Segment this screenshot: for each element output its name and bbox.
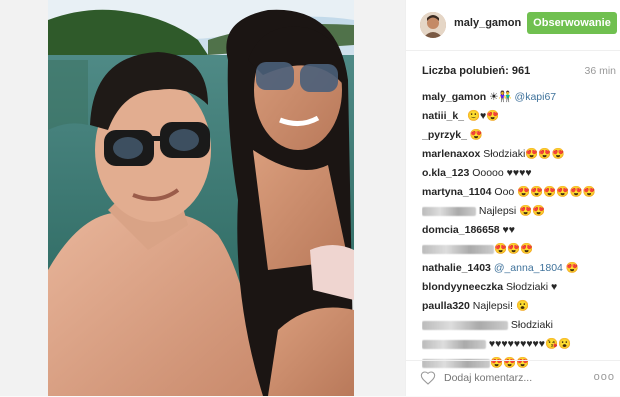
comment-text: Słodziaki (508, 319, 553, 331)
post-sidebar: maly_gamon Obserwowanie Liczba polubień:… (405, 0, 620, 396)
heart-icon[interactable] (420, 370, 436, 386)
comment-footer: ooo (406, 360, 620, 397)
selfie-photo (48, 0, 354, 396)
follow-button[interactable]: Obserwowanie (527, 12, 617, 34)
comment-text-tail: 😍 (562, 262, 579, 274)
post-author-username[interactable]: maly_gamon (454, 17, 521, 29)
comment-username[interactable]: natiii_k_ (422, 110, 464, 122)
comment-text: ♥♥ (499, 224, 516, 236)
post-header: maly_gamon Obserwowanie (406, 0, 620, 51)
comment-text: Słodziaki ♥ (503, 281, 558, 293)
post-timestamp[interactable]: 36 min (584, 65, 616, 77)
add-comment-input[interactable] (444, 372, 544, 384)
comment-username[interactable]: domcia_186658 (422, 224, 500, 236)
comment-text: 😍 (466, 129, 483, 141)
avatar[interactable] (420, 12, 446, 38)
comment-text: Słodziaki😍😍😍 (480, 148, 565, 160)
comment-text: Najlepsi 😍😍 (476, 205, 546, 217)
comment-mention[interactable]: @kapi67 (515, 91, 557, 103)
comment-text: 😍😍😍 (494, 243, 534, 255)
blurred-username[interactable] (422, 206, 476, 216)
comment-username[interactable]: maly_gamon (422, 91, 486, 103)
comment-text: Ooo 😍😍😍😍😍😍 (491, 186, 596, 198)
comment: martyna_1104 Ooo 😍😍😍😍😍😍 (422, 183, 618, 202)
comment: Najlepsi 😍😍 (422, 202, 618, 221)
comment: natiii_k_ 🙂♥😍 (422, 107, 618, 126)
comment: paulla320 Najlepsi! 😮 (422, 297, 618, 316)
comment: 😍😍😍 (422, 240, 618, 259)
comment: ♥♥♥♥♥♥♥♥♥😘😮 (422, 335, 618, 354)
comment-text: 🙂♥😍 (464, 110, 500, 122)
photo-column (0, 0, 405, 396)
comment: marlenaxox Słodziaki😍😍😍 (422, 145, 618, 164)
likes-count[interactable]: Liczba polubień: 961 (422, 65, 530, 77)
post-stats: Liczba polubień: 961 36 min (422, 65, 616, 79)
comment-text: Ooooo ♥♥♥♥ (469, 167, 532, 179)
comment: Słodziaki (422, 316, 618, 335)
avatar-image (420, 12, 446, 38)
comment-text: Najlepsi! 😮 (469, 300, 530, 312)
blurred-username[interactable] (422, 244, 494, 254)
comment: _pyrzyk_ 😍 (422, 126, 618, 145)
comment-username[interactable]: nathalie_1403 (422, 262, 491, 274)
comment-mention[interactable]: @_anna_1804 (494, 262, 563, 274)
comment: domcia_186658 ♥♥ (422, 221, 618, 240)
comment-text: ♥♥♥♥♥♥♥♥♥😘😮 (486, 338, 572, 350)
comment-username[interactable]: martyna_1104 (422, 186, 491, 198)
comment-username[interactable]: paulla320 (422, 300, 470, 312)
comment: nathalie_1403 @_anna_1804 😍 (422, 259, 618, 278)
comment-username[interactable]: blondyyneeczka (422, 281, 503, 293)
comment-username[interactable]: o.kla_123 (422, 167, 469, 179)
post-photo[interactable] (48, 0, 354, 396)
comment-text: ☀👫 (486, 91, 515, 103)
comment: maly_gamon ☀👫 @kapi67 (422, 88, 618, 107)
comment-username[interactable]: _pyrzyk_ (422, 129, 467, 141)
comment-username[interactable]: marlenaxox (422, 148, 480, 160)
comment-list: maly_gamon ☀👫 @kapi67 natiii_k_ 🙂♥😍 _pyr… (422, 88, 618, 373)
blurred-username[interactable] (422, 339, 486, 349)
comment: o.kla_123 Ooooo ♥♥♥♥ (422, 164, 618, 183)
instagram-post-modal: maly_gamon Obserwowanie Liczba polubień:… (0, 0, 620, 396)
comment: blondyyneeczka Słodziaki ♥ (422, 278, 618, 297)
more-options-icon[interactable]: ooo (594, 371, 615, 383)
blurred-username[interactable] (422, 320, 508, 330)
